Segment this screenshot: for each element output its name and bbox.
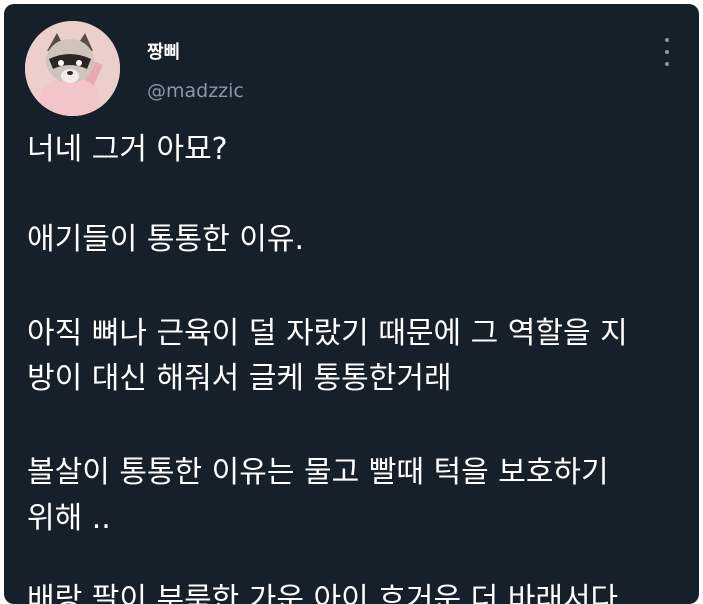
more-vertical-icon[interactable] <box>662 38 672 66</box>
tweet-text-line: 너네 그거 아묘? <box>27 132 228 167</box>
tweet-text-line: 위해 .. <box>27 501 111 536</box>
tweet-text-line: 볼살이 통통한 이유는 물고 빨때 턱을 보호하기 <box>27 455 609 490</box>
raccoon-avatar-icon <box>25 21 120 116</box>
tweet-text-line: 배랑 팔이 부룩한 가운 아이 흐거운 더 바래서다 <box>27 582 619 604</box>
profile-avatar[interactable] <box>25 21 120 116</box>
tweet-text-line: 아직 뼈나 근육이 덜 자랐기 때문에 그 역할을 지 <box>27 316 628 351</box>
user-handle[interactable]: @madzzic <box>147 80 244 102</box>
tweet-text-line: 애기들이 통통한 이유. <box>27 222 305 257</box>
tweet-card: 짱삐 @madzzic 너네 그거 아묘? 애기들이 통통한 이유. 아직 뼈나… <box>4 4 699 604</box>
display-name[interactable]: 짱삐 <box>147 38 180 64</box>
tweet-text-line: 방이 대신 해줘서 글케 통통한거래 <box>27 361 452 396</box>
